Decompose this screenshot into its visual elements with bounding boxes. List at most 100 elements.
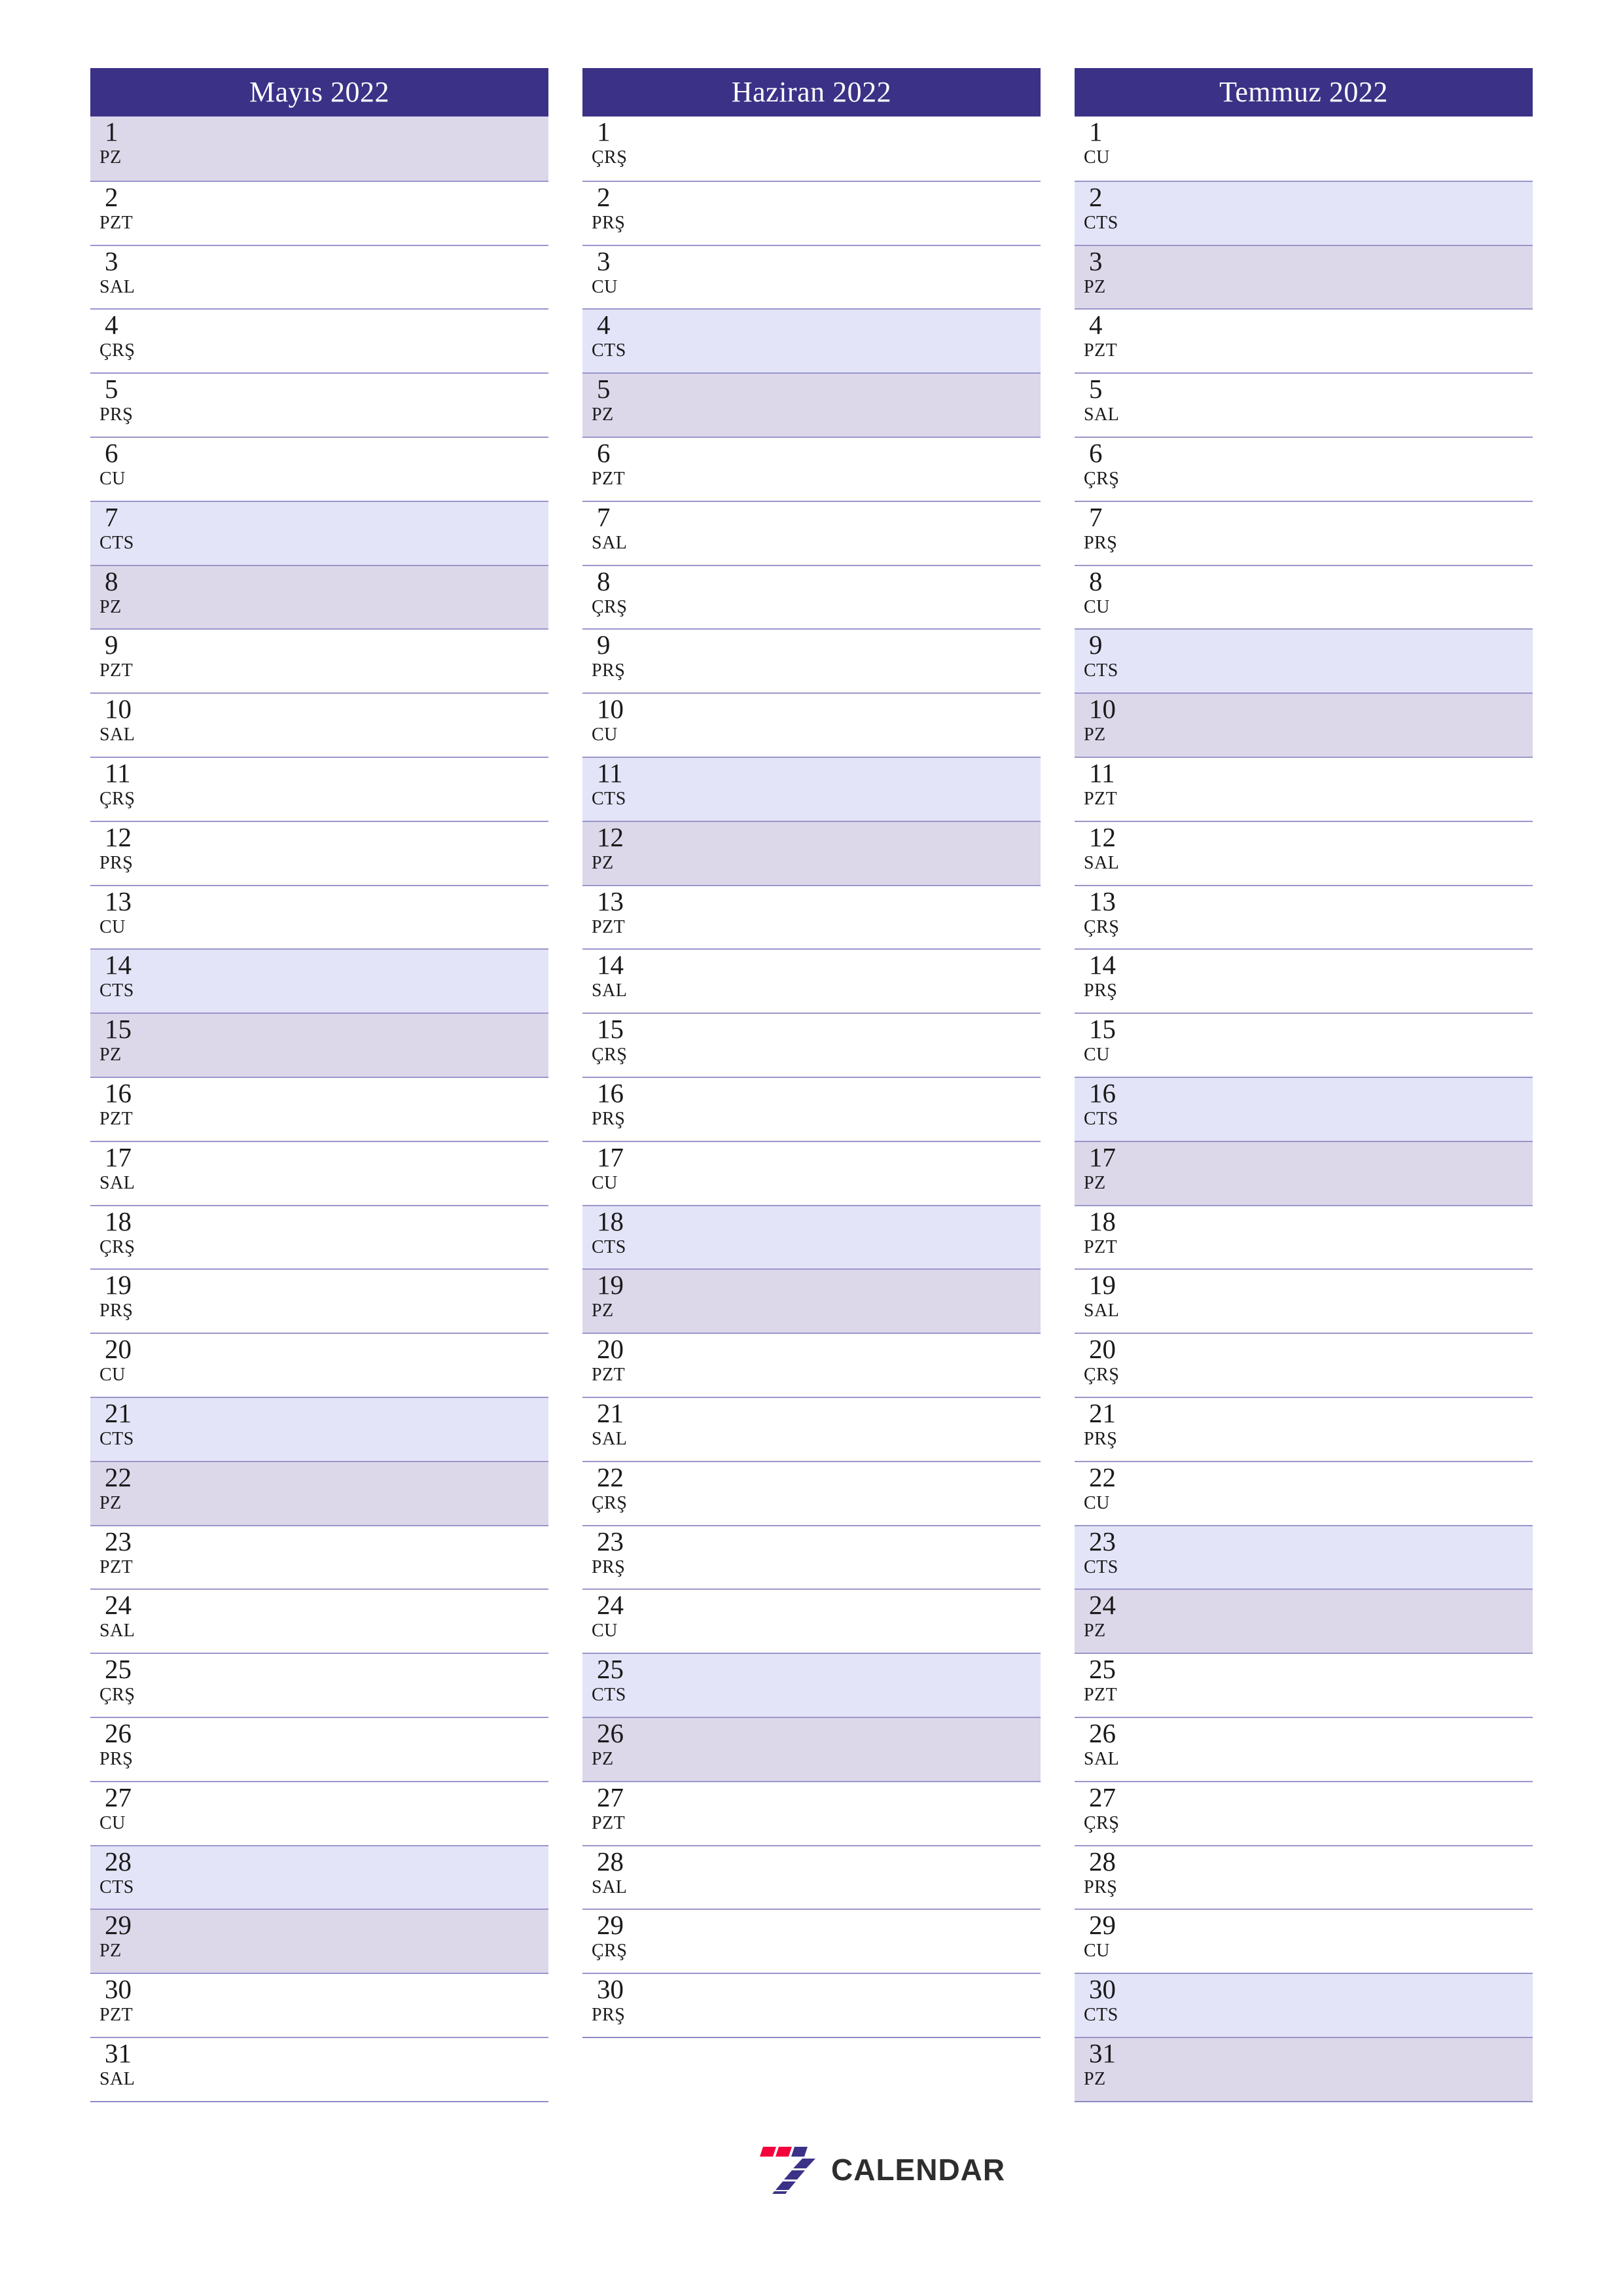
- day-number: 24: [1089, 1590, 1116, 1621]
- day-row[interactable]: 8 PZ: [90, 564, 548, 629]
- day-row[interactable]: 18 ÇRŞ: [90, 1204, 548, 1269]
- day-row[interactable]: 15 CU: [1075, 1013, 1533, 1077]
- day-row[interactable]: 25 ÇRŞ: [90, 1653, 548, 1717]
- day-row[interactable]: 24 SAL: [90, 1588, 548, 1653]
- day-row[interactable]: 23 CTS: [1075, 1524, 1533, 1589]
- day-row[interactable]: 21 SAL: [582, 1396, 1041, 1461]
- day-row[interactable]: 27 ÇRŞ: [1075, 1780, 1533, 1845]
- day-row[interactable]: 24 CU: [582, 1588, 1041, 1653]
- day-row[interactable]: 31 PZ: [1075, 2036, 1533, 2101]
- day-row[interactable]: 27 CU: [90, 1780, 548, 1845]
- day-row[interactable]: 26 SAL: [1075, 1716, 1533, 1781]
- three-month-planner: Mayıs 2022 1 PZ 2 PZT 3 SAL 4 ÇRŞ 5 PRŞ 6 CU 7 CTS 8 PZ 9…: [90, 68, 1533, 2202]
- day-weekday-label: CU: [592, 725, 618, 745]
- day-row[interactable]: 14 SAL: [582, 948, 1041, 1013]
- day-row[interactable]: 20 ÇRŞ: [1075, 1333, 1533, 1397]
- day-row[interactable]: 1 CU: [1075, 117, 1533, 181]
- day-row[interactable]: 18 CTS: [582, 1204, 1041, 1269]
- day-row[interactable]: 10 SAL: [90, 692, 548, 757]
- day-row[interactable]: 21 CTS: [90, 1396, 548, 1461]
- day-row[interactable]: 8 CU: [1075, 564, 1533, 629]
- day-row[interactable]: 27 PZT: [582, 1780, 1041, 1845]
- day-row[interactable]: 1 PZ: [90, 117, 548, 181]
- day-row[interactable]: 17 PZ: [1075, 1140, 1533, 1205]
- day-row[interactable]: 3 PZ: [1075, 244, 1533, 309]
- day-row[interactable]: 10 PZ: [1075, 692, 1533, 757]
- day-row[interactable]: 7 CTS: [90, 500, 548, 565]
- day-row[interactable]: 8 ÇRŞ: [582, 564, 1041, 629]
- day-row[interactable]: 7 PRŞ: [1075, 500, 1533, 565]
- day-row[interactable]: 21 PRŞ: [1075, 1396, 1533, 1461]
- day-row[interactable]: 5 PZ: [582, 372, 1041, 437]
- day-row[interactable]: 3 SAL: [90, 244, 548, 309]
- day-row[interactable]: 18 PZT: [1075, 1204, 1533, 1269]
- day-row[interactable]: 5 SAL: [1075, 372, 1533, 437]
- day-row[interactable]: 9 CTS: [1075, 628, 1533, 693]
- day-row[interactable]: 17 CU: [582, 1140, 1041, 1205]
- day-row[interactable]: 6 PZT: [582, 436, 1041, 501]
- day-row[interactable]: 12 SAL: [1075, 820, 1533, 885]
- day-row[interactable]: 13 CU: [90, 884, 548, 949]
- day-row[interactable]: 5 PRŞ: [90, 372, 548, 437]
- day-row[interactable]: 19 SAL: [1075, 1268, 1533, 1333]
- day-row[interactable]: 2 CTS: [1075, 180, 1533, 245]
- day-row[interactable]: 29 CU: [1075, 1909, 1533, 1973]
- day-row[interactable]: 28 PRŞ: [1075, 1844, 1533, 1909]
- day-row[interactable]: 29 ÇRŞ: [582, 1909, 1041, 1973]
- day-row[interactable]: 20 PZT: [582, 1333, 1041, 1397]
- day-row[interactable]: 11 PZT: [1075, 756, 1533, 821]
- day-row[interactable]: 3 CU: [582, 244, 1041, 309]
- day-row[interactable]: 15 PZ: [90, 1013, 548, 1077]
- day-row[interactable]: 22 CU: [1075, 1460, 1533, 1525]
- day-row[interactable]: 30 PRŞ: [582, 1973, 1041, 2037]
- day-row[interactable]: 10 CU: [582, 692, 1041, 757]
- day-number: 5: [105, 374, 118, 404]
- day-row[interactable]: 16 PZT: [90, 1076, 548, 1141]
- day-row[interactable]: 19 PZ: [582, 1268, 1041, 1333]
- day-row[interactable]: 24 PZ: [1075, 1588, 1533, 1653]
- day-row[interactable]: 26 PZ: [582, 1716, 1041, 1781]
- day-row[interactable]: 12 PZ: [582, 820, 1041, 885]
- day-row[interactable]: 7 SAL: [582, 500, 1041, 565]
- day-row[interactable]: 14 CTS: [90, 948, 548, 1013]
- day-row[interactable]: 4 CTS: [582, 308, 1041, 373]
- day-row[interactable]: 4 ÇRŞ: [90, 308, 548, 373]
- day-row[interactable]: 2 PRŞ: [582, 180, 1041, 245]
- day-row[interactable]: 29 PZ: [90, 1909, 548, 1973]
- day-row[interactable]: 2 PZT: [90, 180, 548, 245]
- day-row[interactable]: 22 ÇRŞ: [582, 1460, 1041, 1525]
- day-row[interactable]: 28 SAL: [582, 1844, 1041, 1909]
- day-row[interactable]: 6 CU: [90, 436, 548, 501]
- day-weekday-label: CU: [1084, 147, 1110, 168]
- day-weekday-label: CTS: [1084, 660, 1118, 681]
- day-row[interactable]: 28 CTS: [90, 1844, 548, 1909]
- day-row[interactable]: 25 PZT: [1075, 1653, 1533, 1717]
- day-row[interactable]: 23 PZT: [90, 1524, 548, 1589]
- day-weekday-label: CU: [592, 1172, 618, 1193]
- day-row[interactable]: 16 PRŞ: [582, 1076, 1041, 1141]
- day-row[interactable]: 9 PRŞ: [582, 628, 1041, 693]
- day-row[interactable]: 16 CTS: [1075, 1076, 1533, 1141]
- day-row[interactable]: 4 PZT: [1075, 308, 1533, 373]
- day-row[interactable]: 12 PRŞ: [90, 820, 548, 885]
- day-row[interactable]: 31 SAL: [90, 2036, 548, 2101]
- day-row[interactable]: 22 PZ: [90, 1460, 548, 1525]
- day-row[interactable]: 9 PZT: [90, 628, 548, 693]
- day-row[interactable]: 25 CTS: [582, 1653, 1041, 1717]
- day-row[interactable]: 13 ÇRŞ: [1075, 884, 1533, 949]
- day-row[interactable]: 11 CTS: [582, 756, 1041, 821]
- day-row[interactable]: 26 PRŞ: [90, 1716, 548, 1781]
- day-row[interactable]: 19 PRŞ: [90, 1268, 548, 1333]
- day-row[interactable]: 11 ÇRŞ: [90, 756, 548, 821]
- day-weekday-label: PZT: [99, 660, 134, 681]
- day-row[interactable]: 13 PZT: [582, 884, 1041, 949]
- day-row[interactable]: 30 PZT: [90, 1973, 548, 2037]
- day-row[interactable]: 6 ÇRŞ: [1075, 436, 1533, 501]
- day-row[interactable]: 15 ÇRŞ: [582, 1013, 1041, 1077]
- day-row[interactable]: 30 CTS: [1075, 1973, 1533, 2037]
- day-row[interactable]: 14 PRŞ: [1075, 948, 1533, 1013]
- day-row[interactable]: 20 CU: [90, 1333, 548, 1397]
- day-row[interactable]: 1 ÇRŞ: [582, 117, 1041, 181]
- day-row[interactable]: 17 SAL: [90, 1140, 548, 1205]
- day-row[interactable]: 23 PRŞ: [582, 1524, 1041, 1589]
